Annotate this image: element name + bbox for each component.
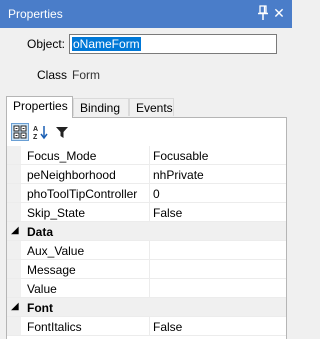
property-row[interactable]: Skip_State False [7, 203, 286, 222]
sort-alphabetical-icon[interactable]: A Z [32, 123, 50, 141]
tab-binding[interactable]: Binding [73, 98, 129, 116]
property-value[interactable]: 0 [153, 187, 160, 201]
property-name: Aux_Value [27, 244, 85, 258]
tab-properties[interactable]: Properties [6, 96, 73, 118]
tab-events[interactable]: Events [129, 98, 174, 116]
categorized-icon[interactable] [11, 123, 29, 141]
svg-text:Z: Z [33, 134, 38, 141]
collapse-arrow-icon[interactable]: ◢ [11, 225, 19, 236]
property-row[interactable]: FontItalics False [7, 317, 286, 336]
property-name: phoToolTipController [27, 187, 138, 201]
collapse-arrow-icon[interactable]: ◢ [11, 301, 19, 312]
property-row[interactable]: peNeighborhood nhPrivate [7, 165, 286, 184]
category-row-font[interactable]: ◢ Font [7, 298, 286, 317]
category-name: Data [27, 225, 54, 239]
property-name: Message [27, 263, 76, 277]
title-bar[interactable]: Properties ✕ [0, 0, 292, 28]
properties-panel: A Z Focus_Mode Focusable peNeighborhood … [6, 117, 287, 339]
property-grid: Focus_Mode Focusable peNeighborhood nhPr… [7, 146, 286, 336]
close-icon[interactable]: ✕ [272, 4, 286, 22]
property-row[interactable]: Value [7, 279, 286, 298]
pin-icon[interactable] [256, 5, 270, 21]
property-value[interactable]: False [153, 320, 182, 334]
class-value: Form [72, 68, 100, 82]
property-name: Value [27, 282, 57, 296]
properties-window: Properties ✕ Object: oNameForm Class For… [0, 0, 292, 339]
property-name: Focus_Mode [27, 149, 97, 163]
object-label: Object: [27, 37, 66, 51]
property-name: Skip_State [27, 206, 86, 220]
property-row[interactable]: Message [7, 260, 286, 279]
object-name-field[interactable]: oNameForm [69, 34, 277, 54]
class-label: Class [37, 68, 68, 82]
property-value[interactable]: False [153, 206, 182, 220]
property-row[interactable]: Focus_Mode Focusable [7, 146, 286, 165]
property-value[interactable]: nhPrivate [153, 168, 204, 182]
svg-text:A: A [33, 126, 38, 133]
filter-icon[interactable] [53, 123, 71, 141]
property-row[interactable]: Aux_Value [7, 241, 286, 260]
property-name: peNeighborhood [27, 168, 116, 182]
category-name: Font [27, 301, 53, 315]
grid-toolbar: A Z [7, 118, 286, 146]
object-name-value: oNameForm [72, 37, 141, 51]
property-name: FontItalics [27, 320, 82, 334]
property-row[interactable]: phoToolTipController 0 [7, 184, 286, 203]
window-title: Properties [8, 7, 63, 21]
property-value[interactable]: Focusable [153, 149, 208, 163]
category-row-data[interactable]: ◢ Data [7, 222, 286, 241]
